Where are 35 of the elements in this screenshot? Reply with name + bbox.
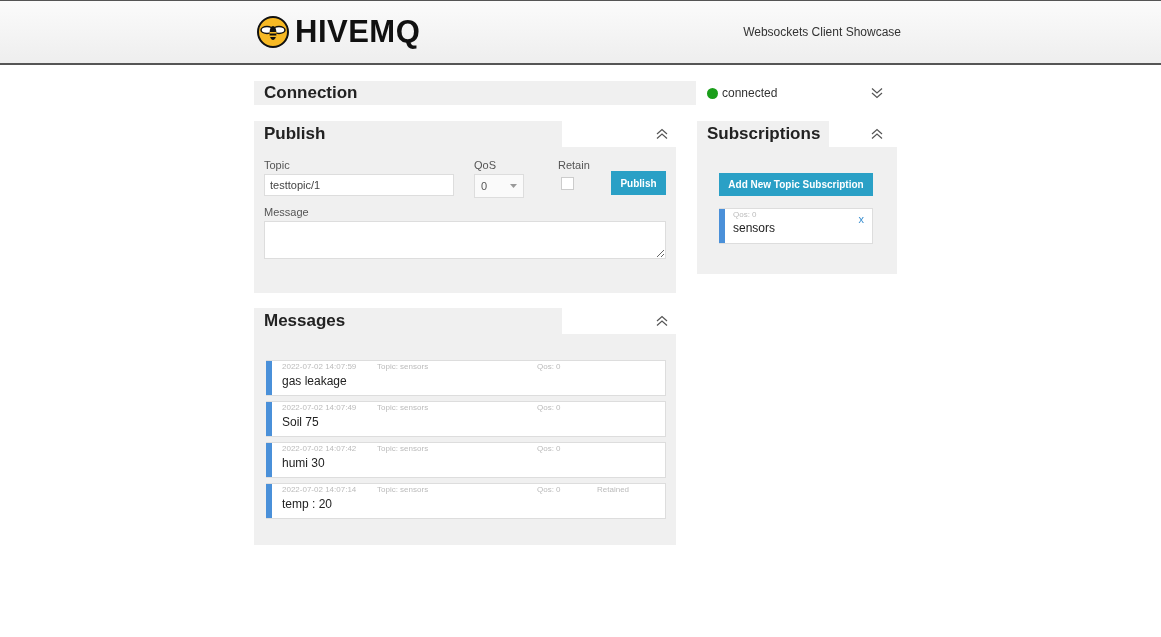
collapse-icon[interactable] — [871, 128, 883, 140]
retain-checkbox[interactable] — [561, 177, 574, 190]
expand-icon[interactable] — [871, 87, 883, 99]
message-text: gas leakage — [282, 374, 348, 388]
message-text: Soil 75 — [282, 415, 320, 429]
message-time: 2022-07-02 14:07:59 — [282, 362, 358, 371]
message-time: 2022-07-02 14:07:49 — [282, 403, 358, 412]
logo-text: HIVEMQ — [295, 14, 421, 50]
app-subtitle: Websockets Client Showcase — [743, 25, 901, 39]
message-topic: Topic: sensors — [377, 485, 430, 494]
dropdown-caret-icon — [510, 184, 517, 188]
panel-title: Publish — [264, 124, 326, 144]
connection-header[interactable]: Connection — [254, 81, 696, 105]
field-label: Topic — [264, 159, 291, 171]
message-text: humi 30 — [282, 456, 326, 470]
message-topic: Topic: sensors — [377, 444, 430, 453]
message-time: 2022-07-02 14:07:42 — [282, 444, 358, 453]
field-label: Message — [264, 206, 310, 218]
subscription-topic: sensors — [733, 221, 776, 235]
panel-title: Subscriptions — [707, 124, 821, 144]
collapse-icon[interactable] — [656, 315, 668, 327]
field-label: QoS — [474, 159, 497, 171]
connection-status: connected — [722, 86, 778, 100]
message-text: temp : 20 — [282, 497, 334, 511]
remove-button[interactable]: x — [858, 209, 872, 225]
message-topic: Topic: sensors — [377, 362, 430, 371]
bee-logo-icon — [257, 16, 289, 48]
message-time: 2022-07-02 14:07:14 — [282, 485, 358, 494]
topic-input[interactable]: testtopic/1 — [264, 174, 454, 196]
qos-dropdown[interactable]: 0 — [474, 174, 524, 198]
field-label: Retain — [558, 159, 590, 171]
panel-title: Messages — [264, 311, 346, 331]
message-topic: Topic: sensors — [377, 403, 430, 412]
collapse-icon[interactable] — [656, 128, 668, 140]
message-input[interactable] — [264, 221, 666, 259]
